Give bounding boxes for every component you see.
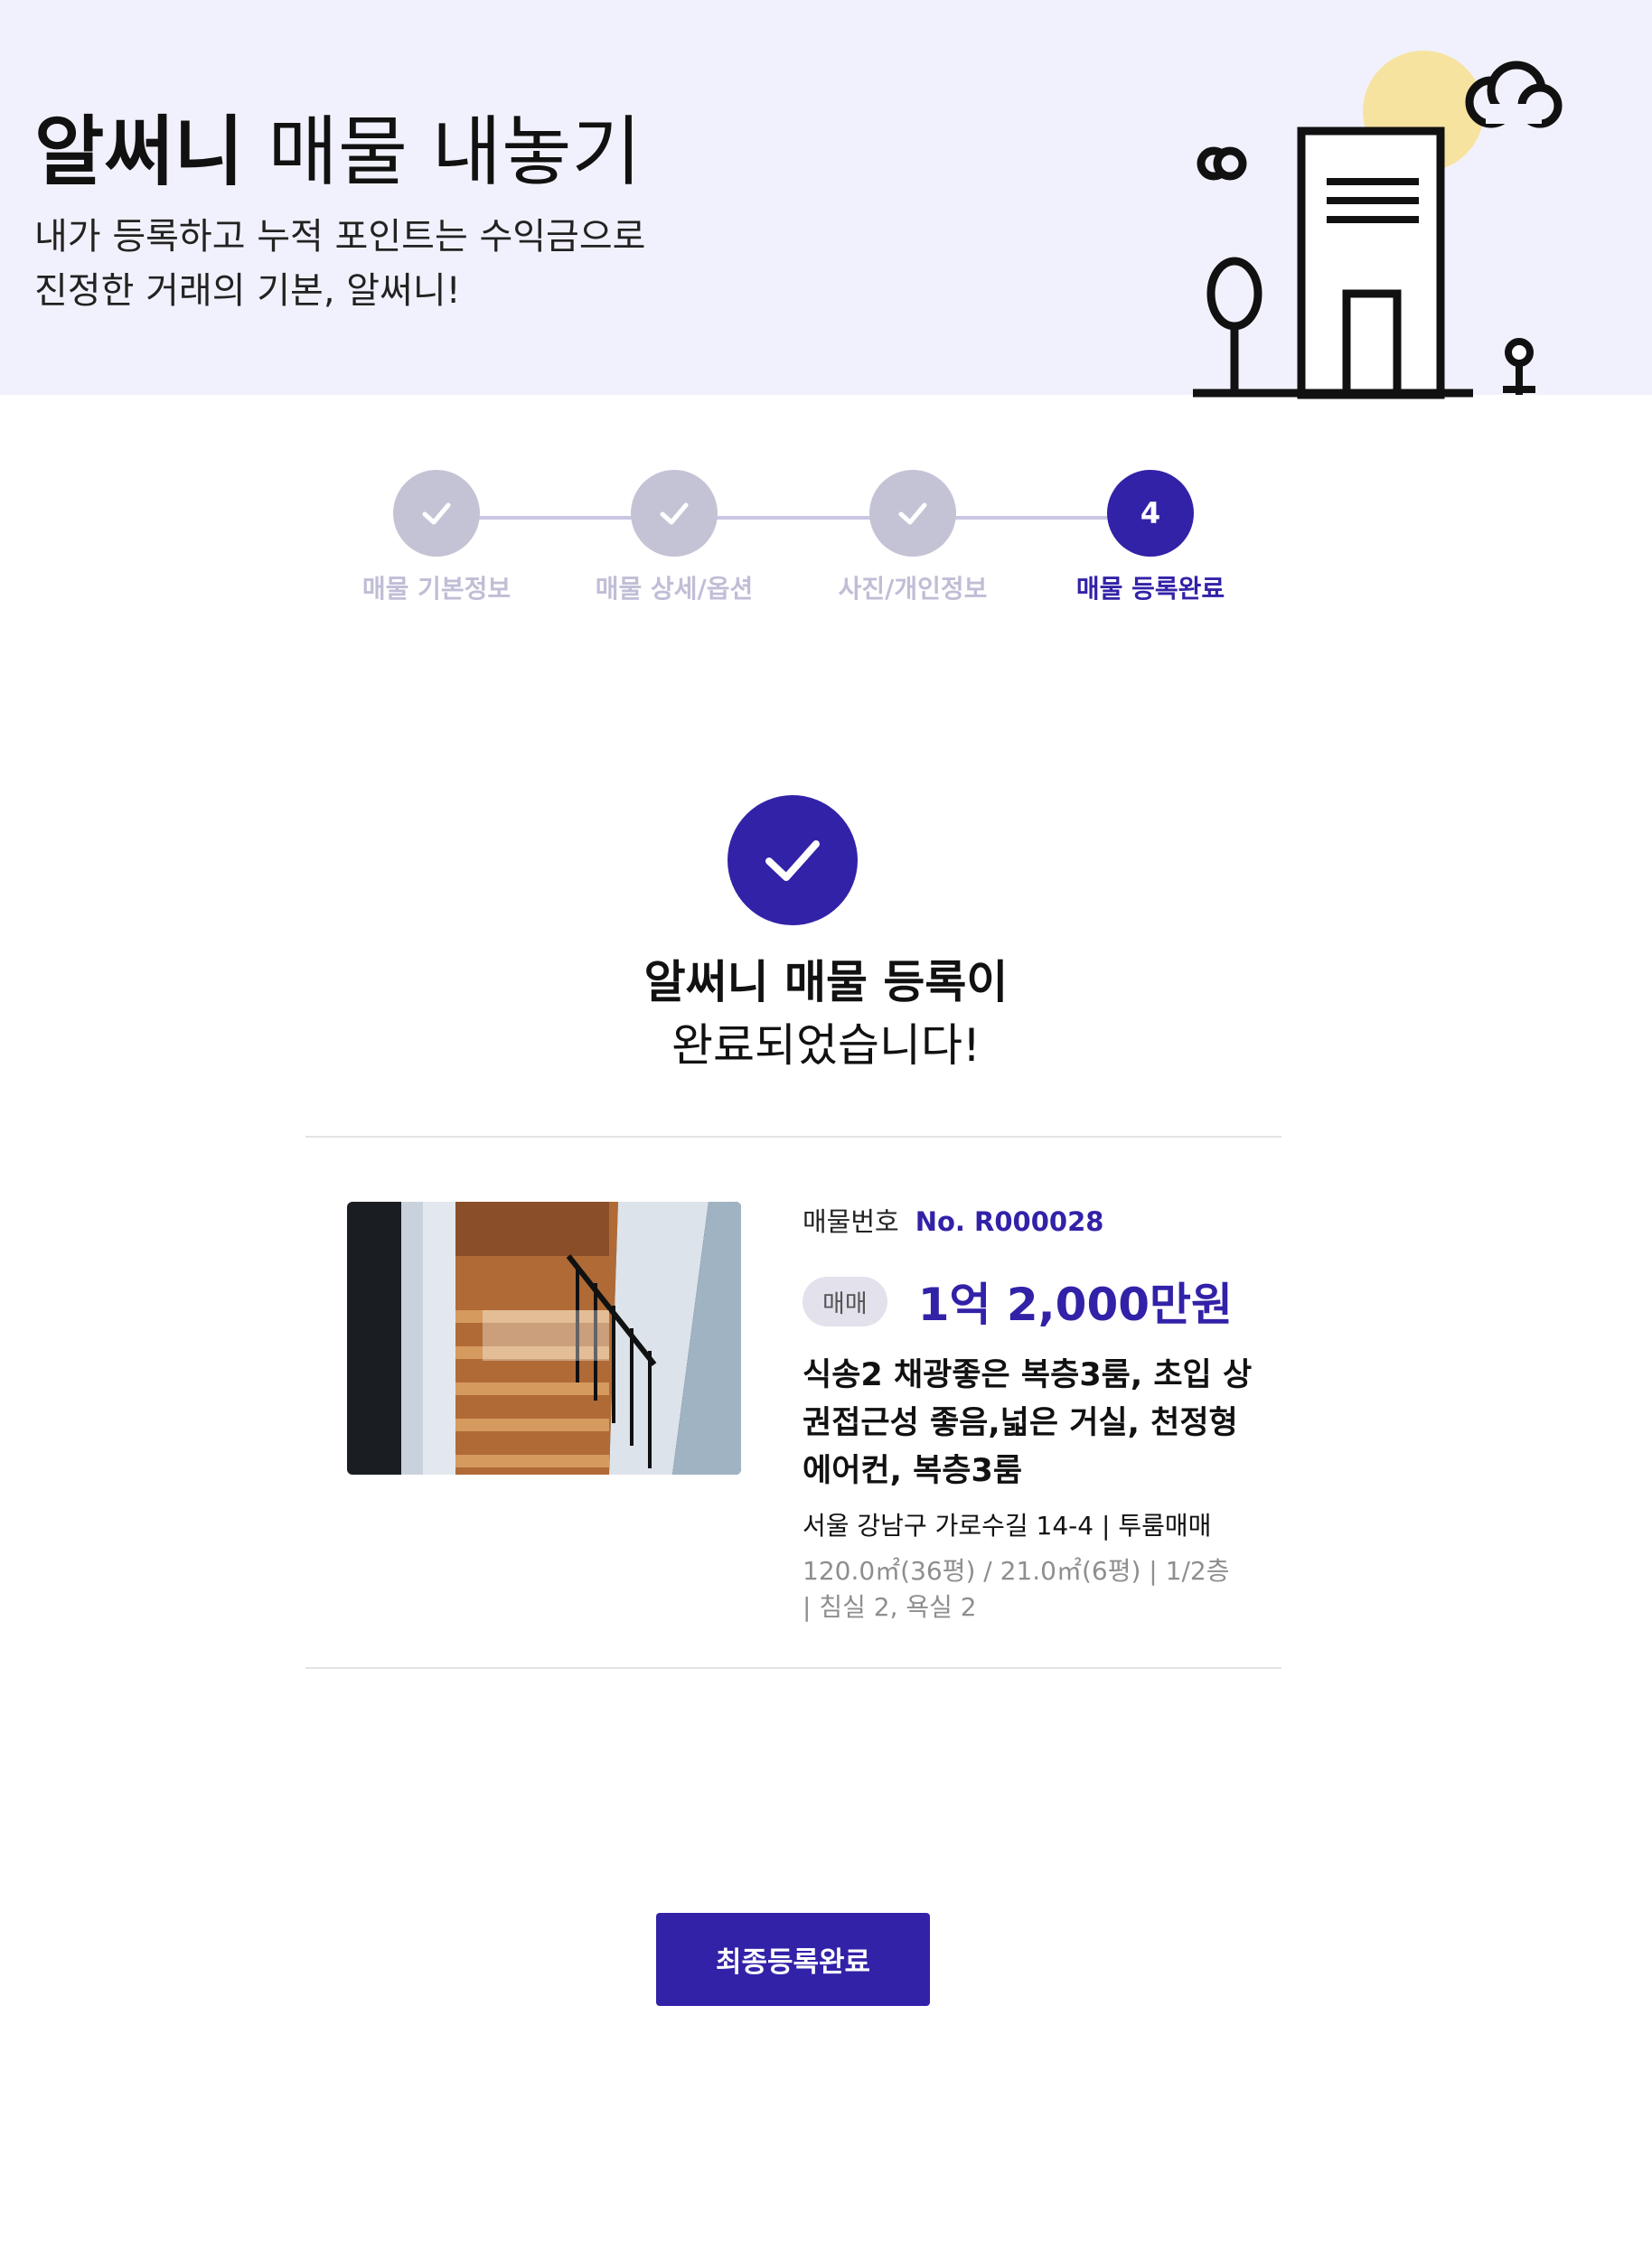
listing-info: 매물번호 No. R000028 매매 1억 2,000만원 식송2 채광좋은 복… xyxy=(803,1202,1272,1626)
listing-spec: 120.0㎡(36평) / 21.0㎡(6평) | 1/2층 | 침실 2, 욕… xyxy=(803,1553,1272,1626)
listing-spec-line-2: | 침실 2, 욕실 2 xyxy=(803,1592,977,1622)
step-2-label: 매물 상세/옵션 xyxy=(595,574,754,604)
completion-subtitle: 완료되었습니다! xyxy=(671,1019,981,1072)
cloud-left-icon xyxy=(1197,146,1247,181)
price-row: 매매 1억 2,000만원 xyxy=(803,1269,1272,1334)
check-icon xyxy=(422,502,451,525)
success-check-badge xyxy=(727,795,858,925)
step-3: 사진/개인정보 xyxy=(804,470,1021,605)
step-2-circle xyxy=(631,470,718,557)
page-title-rest: 매물 내놓기 xyxy=(243,108,642,196)
hero-subtitle-line-2: 진정한 거래의 기본, 알써니! xyxy=(34,270,461,312)
check-icon xyxy=(898,502,927,525)
progress-stepper: 매물 기본정보 매물 상세/옵션 사진/개인정보 4 매물 등록완료 xyxy=(361,470,1283,614)
cloud-right-icon xyxy=(1465,61,1563,128)
divider-top xyxy=(305,1136,1281,1138)
hero-subtitle: 내가 등록하고 누적 포인트는 수익금으로 진정한 거래의 기본, 알써니! xyxy=(34,210,645,318)
tree-icon xyxy=(1206,257,1262,395)
divider-bottom xyxy=(305,1667,1281,1669)
listing-address: 서울 강남구 가로수길 14-4 | 투룸매매 xyxy=(803,1511,1212,1541)
listing-number: 매물번호 No. R000028 xyxy=(803,1202,1272,1242)
hero-subtitle-line-1: 내가 등록하고 누적 포인트는 수익금으로 xyxy=(34,216,646,258)
listing-price: 1억 2,000만원 xyxy=(917,1279,1234,1331)
step-4-label: 매물 등록완료 xyxy=(1075,574,1225,604)
step-3-circle xyxy=(869,470,956,557)
check-icon xyxy=(660,502,689,525)
listing-number-label: 매물번호 xyxy=(803,1206,899,1237)
building-illustration xyxy=(1193,51,1563,399)
listing-number-value: No. R000028 xyxy=(915,1206,1104,1237)
step-4: 4 매물 등록완료 xyxy=(1042,470,1259,605)
small-tree-icon xyxy=(1503,338,1535,395)
step-1-label: 매물 기본정보 xyxy=(361,574,512,604)
final-register-button[interactable]: 최종등록완료 xyxy=(656,1913,930,2006)
listing-title: 식송2 채광좋은 복층3룸, 초입 상권접근성 좋음,넓은 거실, 천정형 에어… xyxy=(803,1357,1253,1489)
listing-spec-line-1: 120.0㎡(36평) / 21.0㎡(6평) | 1/2층 xyxy=(803,1556,1230,1586)
step-1-circle xyxy=(393,470,480,557)
completion-title: 알써니 매물 등록이 xyxy=(643,956,1009,1008)
page-title: 알써니 매물 내놓기 xyxy=(34,107,642,197)
listing-photo-image xyxy=(347,1202,741,1475)
step-1: 매물 기본정보 xyxy=(328,470,545,605)
step-3-label: 사진/개인정보 xyxy=(838,574,988,604)
building-body xyxy=(1297,127,1445,399)
step-2: 매물 상세/옵션 xyxy=(566,470,783,605)
check-icon xyxy=(765,840,820,881)
step-4-circle: 4 xyxy=(1107,470,1194,557)
brand-name: 알써니 xyxy=(34,108,244,196)
deal-type-badge: 매매 xyxy=(803,1276,887,1326)
listing-photo xyxy=(347,1202,741,1475)
hero-banner: 알써니 매물 내놓기 내가 등록하고 누적 포인트는 수익금으로 진정한 거래의… xyxy=(0,0,1652,399)
